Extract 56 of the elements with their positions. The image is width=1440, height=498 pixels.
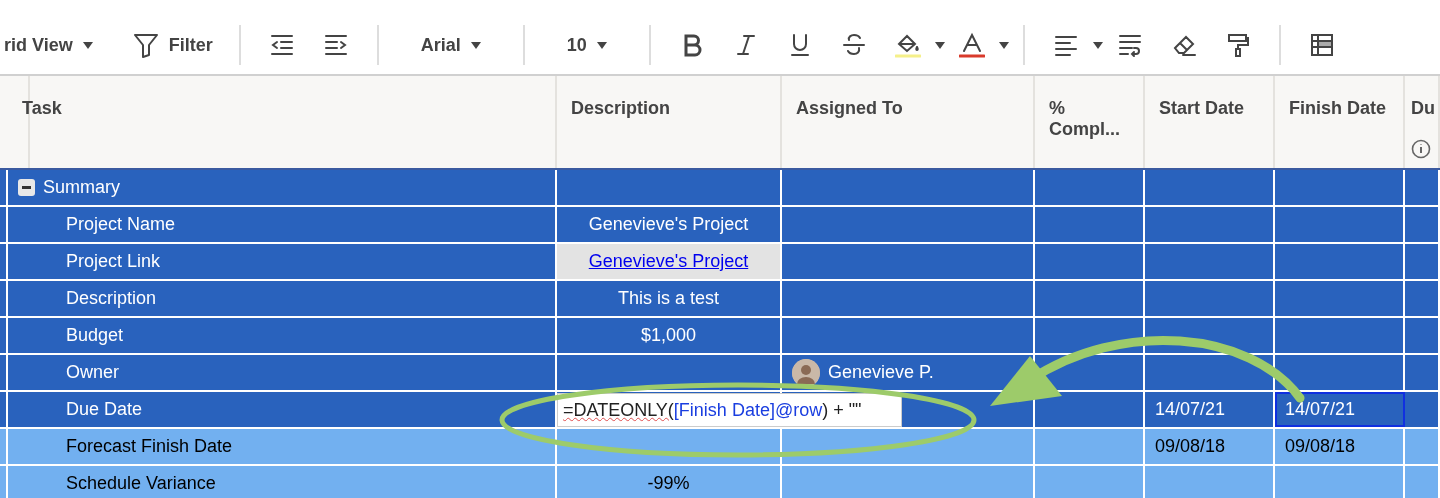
task-name: Owner xyxy=(66,362,119,383)
task-name: Project Name xyxy=(66,214,176,235)
caret-icon[interactable] xyxy=(470,41,481,49)
avatar-icon xyxy=(792,358,820,387)
grid-icon[interactable] xyxy=(1308,32,1335,58)
table-cell: 09/08/18 xyxy=(1155,436,1226,457)
column-header[interactable]: Assigned To xyxy=(782,76,1035,168)
table-cell: $1,000 xyxy=(640,325,697,346)
table-cell: This is a test xyxy=(618,288,719,309)
table-row[interactable]: Due Date =DATEONLY([Finish Date]@row) + "" 14/07/21 14/07/21 xyxy=(0,392,1440,429)
collapse-toggle[interactable] xyxy=(18,179,35,196)
indent-icon[interactable] xyxy=(322,32,349,58)
caret-icon[interactable] xyxy=(934,41,945,49)
table-row[interactable]: Project Name Genevieve's Project xyxy=(0,207,1440,244)
column-header[interactable]: Du xyxy=(1405,76,1440,168)
task-name: Due Date xyxy=(66,399,143,420)
column-header[interactable]: Start Date xyxy=(1145,76,1275,168)
table-cell: 09/08/18 xyxy=(1285,436,1356,457)
task-name: Project Link xyxy=(66,251,161,272)
table-row[interactable]: Forecast Finish Date 09/08/18 09/08/18 xyxy=(0,429,1440,466)
text-color-icon[interactable] xyxy=(958,32,985,58)
task-name: Forecast Finish Date xyxy=(66,436,233,457)
table-cell: 14/07/21 xyxy=(1285,399,1356,420)
font-dropdown[interactable]: Arial xyxy=(392,34,509,56)
info-icon[interactable] xyxy=(1411,139,1431,159)
formula-field[interactable]: =DATEONLY([Finish Date]@row) + "" xyxy=(557,393,902,427)
column-header[interactable]: % Compl... xyxy=(1035,76,1145,168)
fill-color-icon[interactable] xyxy=(894,32,921,58)
table-row[interactable]: Budget $1,000 xyxy=(0,318,1440,355)
column-header[interactable]: Finish Date xyxy=(1275,76,1405,168)
table-row[interactable]: Owner Genevieve P. xyxy=(0,355,1440,392)
table-row[interactable]: Description This is a test xyxy=(0,281,1440,318)
task-name: Summary xyxy=(43,177,120,198)
table-row[interactable]: Summary xyxy=(0,170,1440,207)
view-dropdown[interactable]: rid View xyxy=(0,34,121,56)
caret-icon[interactable] xyxy=(82,41,93,49)
font-size-dropdown[interactable]: 10 xyxy=(538,34,635,56)
table-cell: Genevieve's Project xyxy=(588,214,749,235)
table-cell: 14/07/21 xyxy=(1155,399,1226,420)
caret-icon[interactable] xyxy=(1092,41,1103,49)
table-cell: -99% xyxy=(647,473,690,494)
wrap-text-icon[interactable] xyxy=(1116,32,1143,58)
task-name: Schedule Variance xyxy=(66,473,216,494)
task-name: Description xyxy=(66,288,157,309)
filter-button[interactable]: Filter xyxy=(120,32,225,58)
outdent-icon[interactable] xyxy=(268,32,295,58)
table-row[interactable]: Project Link Genevieve's Project xyxy=(0,244,1440,281)
filter-icon xyxy=(132,32,159,58)
column-header[interactable]: Description xyxy=(557,76,782,168)
column-header[interactable]: Task xyxy=(8,76,557,168)
strikethrough-icon[interactable] xyxy=(840,32,867,58)
caret-icon[interactable] xyxy=(998,41,1009,49)
caret-icon[interactable] xyxy=(596,41,607,49)
task-name: Budget xyxy=(66,325,124,346)
assignee-name: Genevieve P. xyxy=(828,362,934,383)
table-row[interactable]: Schedule Variance -99% xyxy=(0,466,1440,498)
